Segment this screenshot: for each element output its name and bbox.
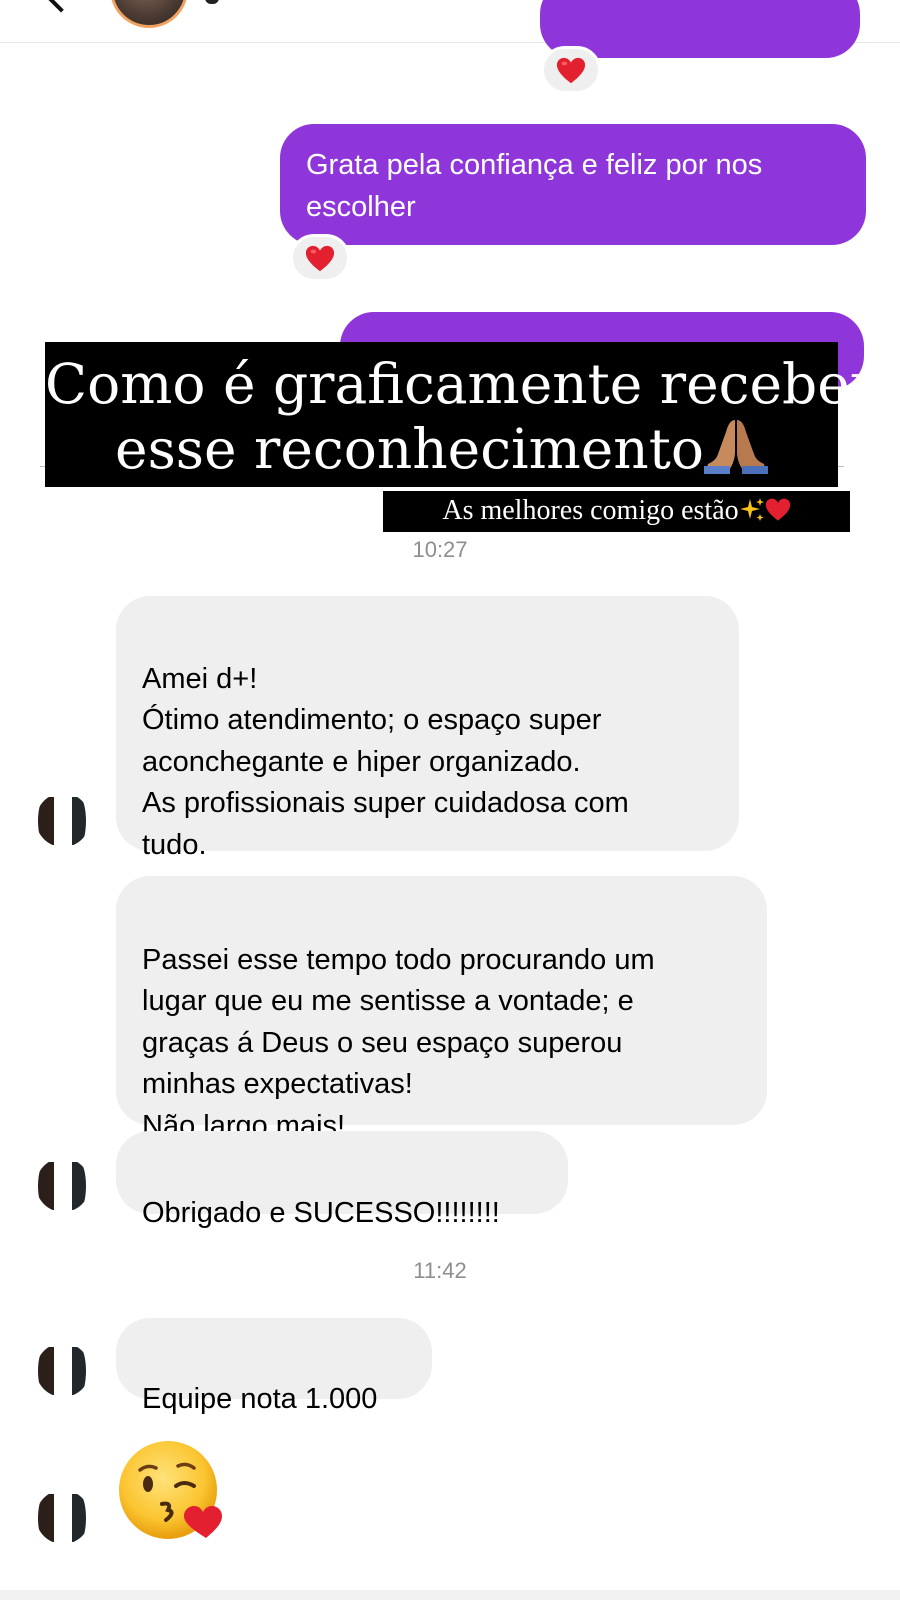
overlay-caption: Como é graficamente receber esse reconhe…	[45, 342, 877, 487]
contact-name[interactable]	[205, 0, 219, 4]
timestamp: 10:27	[412, 537, 468, 562]
message-text: Passei esse tempo todo procurando um lug…	[142, 943, 655, 1142]
message-text: Equipe nota 1.000	[142, 1382, 378, 1415]
praying-hands-icon	[703, 420, 768, 474]
overlay-line-2-wrap: esse reconhecimento	[45, 416, 838, 481]
overlay-line-2: esse reconhecimento	[115, 417, 704, 481]
timestamp: 11:42	[413, 1258, 467, 1283]
overlay-subcaption-text: As melhores comigo estão	[442, 495, 739, 526]
received-message-bubble[interactable]: Obrigado e SUCESSO!!!!!!!!	[116, 1131, 568, 1229]
contact-avatar[interactable]	[110, 0, 188, 28]
heart-reaction[interactable]	[290, 234, 350, 282]
overlay-subcaption: As melhores comigo estão	[383, 491, 850, 532]
sender-avatar[interactable]	[36, 1490, 90, 1544]
chevron-left-icon[interactable]	[45, 0, 77, 13]
chat-screen: Grata pela confiança e feliz por nos esc…	[0, 0, 900, 1600]
received-message-bubble[interactable]: Equipe nota 1.000	[116, 1318, 432, 1415]
divider	[838, 466, 844, 467]
sender-avatar[interactable]	[36, 793, 90, 847]
sender-avatar[interactable]	[36, 1343, 90, 1397]
sparkles-icon	[739, 498, 764, 521]
composer-edge	[0, 1590, 900, 1600]
red-heart-icon	[765, 498, 790, 521]
face-blowing-a-kiss-icon[interactable]	[118, 1438, 228, 1542]
message-text: Grata pela confiança e feliz por nos esc…	[306, 149, 763, 223]
message-text: Amei d+! Ótimo atendimento; o espaço sup…	[142, 662, 629, 861]
overlay-line-1: Como é graficamente receber	[45, 352, 877, 416]
sent-message-bubble[interactable]: Grata pela confiança e feliz por nos esc…	[280, 124, 866, 245]
received-message-bubble[interactable]: Amei d+! Ótimo atendimento; o espaço sup…	[116, 596, 739, 861]
received-message-bubble[interactable]: Passei esse tempo todo procurando um lug…	[116, 876, 767, 1142]
heart-icon	[556, 57, 586, 84]
message-text: Obrigado e SUCESSO!!!!!!!!	[142, 1196, 500, 1229]
sender-avatar[interactable]	[36, 1158, 90, 1212]
heart-icon	[305, 245, 335, 272]
heart-reaction[interactable]	[541, 46, 601, 94]
